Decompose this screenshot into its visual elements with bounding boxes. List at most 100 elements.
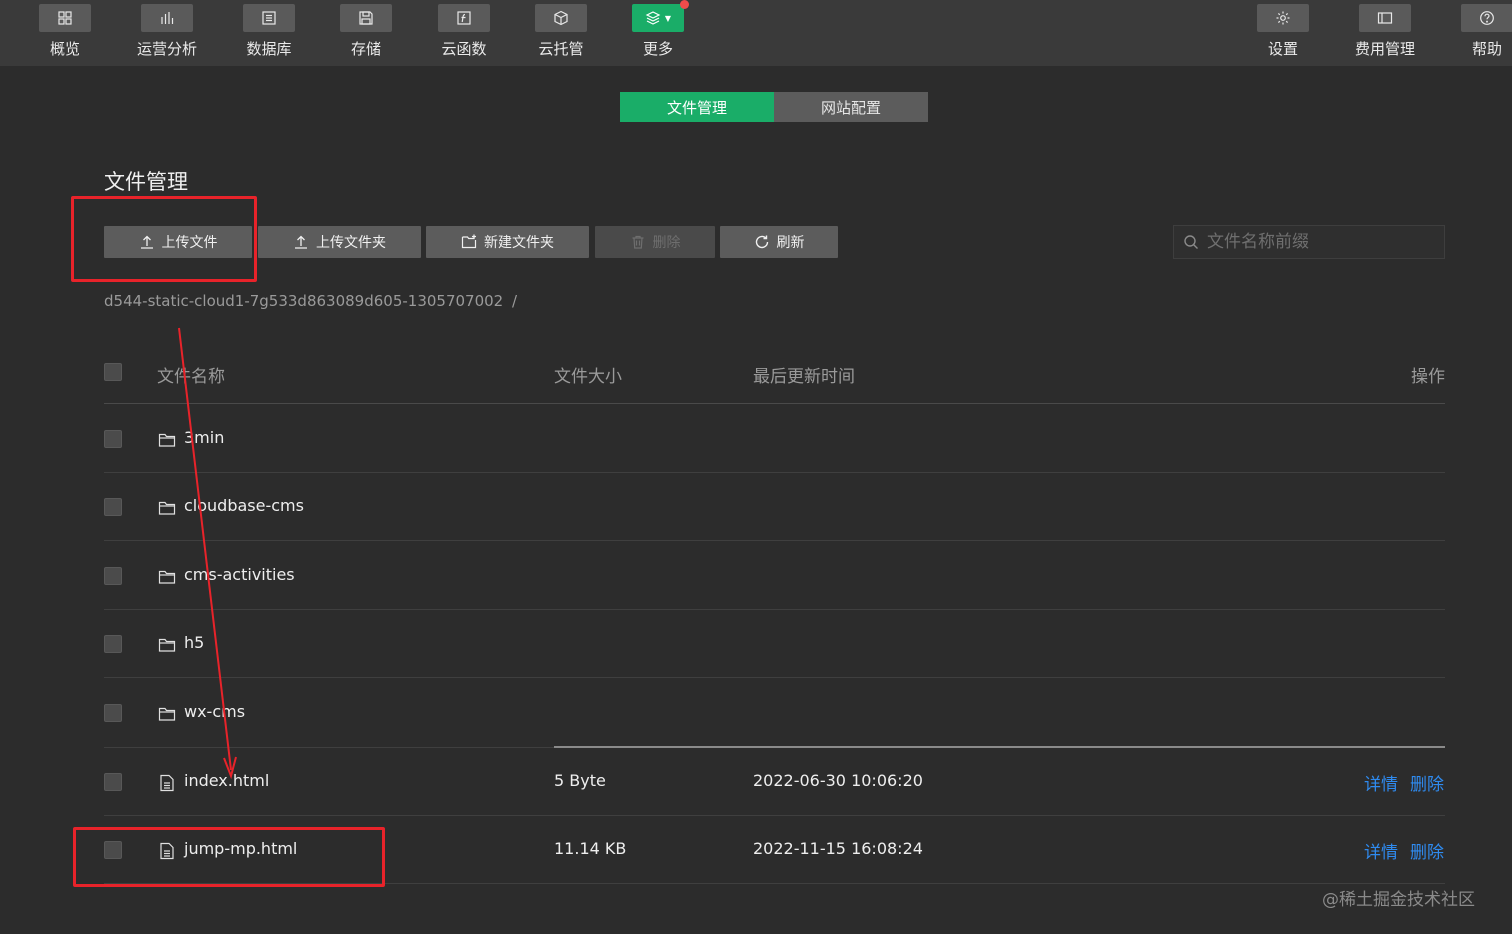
save-icon [340, 4, 392, 32]
header-name: 文件名称 [157, 367, 225, 387]
nav-label: 运营分析 [136, 40, 197, 58]
file-name[interactable]: h5 [184, 633, 204, 652]
file-size: 11.14 KB [554, 839, 627, 858]
file-icon [160, 774, 174, 792]
bar-chart-icon [141, 4, 193, 32]
nav-cloud-hosting[interactable]: 云托管 [509, 4, 613, 64]
nav-more[interactable]: ▼ 更多 [606, 4, 710, 64]
delete-link[interactable]: 删除 [1410, 838, 1444, 863]
table-row[interactable]: 3min [104, 405, 1445, 473]
nav-label: 设置 [1267, 40, 1298, 58]
row-checkbox[interactable] [104, 704, 122, 722]
upload-file-button[interactable]: 上传文件 [104, 226, 252, 258]
chevron-down-icon: ▼ [664, 13, 672, 23]
row-checkbox[interactable] [104, 635, 122, 653]
folder-icon [158, 570, 176, 584]
grid-icon [39, 4, 91, 32]
nav-settings[interactable]: 设置 [1231, 4, 1335, 64]
search-icon [1184, 235, 1198, 249]
nav-label: 云函数 [441, 40, 487, 58]
upload-folder-label: 上传文件夹 [316, 235, 386, 251]
upload-icon [140, 235, 153, 249]
cube-icon [535, 4, 587, 32]
new-folder-icon [461, 234, 477, 249]
delete-label: 删除 [652, 235, 681, 251]
row-checkbox[interactable] [104, 430, 122, 448]
table-row[interactable]: cms-activities [104, 542, 1445, 610]
file-updated-time: 2022-06-30 10:06:20 [753, 771, 923, 790]
layers-icon: ▼ [632, 4, 684, 32]
breadcrumb-separator: / [512, 292, 518, 310]
detail-link[interactable]: 详情 [1364, 770, 1398, 795]
refresh-label: 刷新 [776, 235, 805, 251]
page-title: 文件管理 [104, 170, 188, 194]
file-name[interactable]: index.html [184, 771, 269, 790]
function-icon [438, 4, 490, 32]
row-checkbox[interactable] [104, 498, 122, 516]
breadcrumb-bucket[interactable]: d544-static-cloud1-7g533d863089d605-1305… [104, 292, 503, 310]
new-folder-label: 新建文件夹 [484, 235, 554, 251]
file-icon [160, 842, 174, 860]
detail-link[interactable]: 详情 [1364, 838, 1398, 863]
new-folder-button[interactable]: 新建文件夹 [426, 226, 589, 258]
table-row[interactable]: wx-cms [104, 679, 1445, 747]
nav-overview[interactable]: 概览 [13, 4, 117, 64]
help-icon [1461, 4, 1512, 32]
folder-icon [158, 433, 176, 447]
file-updated-time: 2022-11-15 16:08:24 [753, 839, 923, 858]
refresh-button[interactable]: 刷新 [720, 226, 838, 258]
upload-file-label: 上传文件 [161, 235, 218, 251]
nav-billing[interactable]: 费用管理 [1333, 4, 1437, 64]
folder-icon [158, 501, 176, 515]
table-row[interactable]: h5 [104, 610, 1445, 678]
nav-label: 数据库 [246, 40, 292, 58]
table-row[interactable]: cloudbase-cms [104, 473, 1445, 541]
nav-label: 更多 [642, 40, 673, 58]
nav-cloud-functions[interactable]: 云函数 [412, 4, 516, 64]
tab-site-config[interactable]: 网站配置 [774, 92, 928, 122]
nav-label: 费用管理 [1354, 40, 1415, 58]
view-tabs: 文件管理 网站配置 [620, 92, 928, 122]
nav-database[interactable]: 数据库 [217, 4, 321, 64]
table-header: 文件名称 文件大小 最后更新时间 操作 [104, 352, 1445, 404]
folder-icon [158, 707, 176, 721]
tab-file-management[interactable]: 文件管理 [620, 92, 774, 122]
nav-analytics[interactable]: 运营分析 [115, 4, 219, 64]
folder-icon [158, 638, 176, 652]
header-size: 文件大小 [554, 367, 622, 387]
file-size: 5 Byte [554, 771, 606, 790]
upload-icon [295, 235, 307, 249]
delete-link[interactable]: 删除 [1410, 770, 1444, 795]
file-name[interactable]: jump-mp.html [184, 839, 297, 858]
delete-button[interactable]: 删除 [595, 226, 715, 258]
gear-icon [1257, 4, 1309, 32]
nav-label: 概览 [49, 40, 80, 58]
row-checkbox[interactable] [104, 841, 122, 859]
upload-folder-button[interactable]: 上传文件夹 [258, 226, 421, 258]
file-name[interactable]: wx-cms [184, 702, 245, 721]
nav-storage[interactable]: 存储 [314, 4, 418, 64]
watermark: @稀土掘金技术社区 [1322, 890, 1475, 910]
row-checkbox[interactable] [104, 773, 122, 791]
search-box [1173, 225, 1445, 259]
nav-label: 云托管 [538, 40, 584, 58]
file-name[interactable]: cms-activities [184, 565, 295, 584]
nav-label: 帮助 [1471, 40, 1502, 58]
row-checkbox[interactable] [104, 567, 122, 585]
nav-help[interactable]: 帮助 [1435, 4, 1512, 64]
header-ops: 操作 [1411, 367, 1445, 387]
search-input[interactable] [1207, 232, 1437, 252]
wallet-icon [1359, 4, 1411, 32]
select-all-checkbox[interactable] [104, 363, 122, 381]
list-icon [243, 4, 295, 32]
top-toolbar: 概览 运营分析 数据库 存储 云函数 云托管 ▼ 更多 设置 费用管理 帮助 [0, 0, 1512, 66]
table-row[interactable]: jump-mp.html 11.14 KB 2022-11-15 16:08:2… [104, 816, 1445, 884]
breadcrumb: d544-static-cloud1-7g533d863089d605-1305… [104, 292, 517, 310]
table-row[interactable]: index.html 5 Byte 2022-06-30 10:06:20 详情… [104, 748, 1445, 816]
notification-dot [680, 0, 689, 9]
file-name[interactable]: cloudbase-cms [184, 496, 304, 515]
header-updated: 最后更新时间 [753, 367, 855, 387]
file-name[interactable]: 3min [184, 428, 224, 447]
refresh-icon [755, 235, 768, 249]
trash-icon [632, 235, 643, 249]
